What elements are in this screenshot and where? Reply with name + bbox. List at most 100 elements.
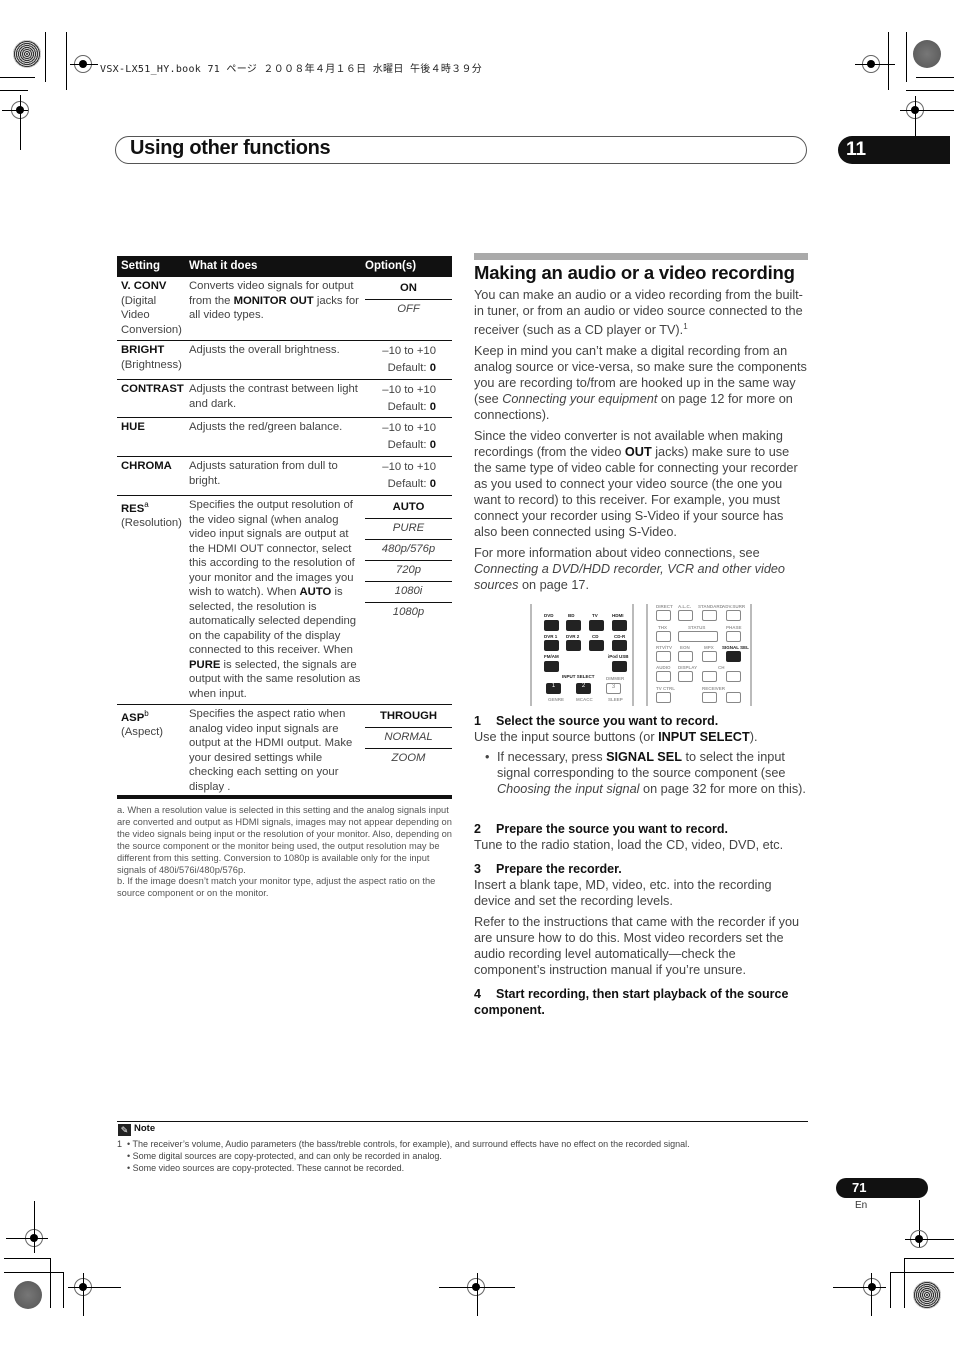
option-range: –10 to +10 [382, 422, 436, 434]
halftone-target-icon [14, 1281, 42, 1309]
setting-description: Specifies the output resolution of the v… [189, 499, 361, 700]
setting-subtitle: (Digital Video Conversion) [121, 294, 182, 336]
play-button [678, 631, 718, 642]
note-item: • Some video sources are copy-protected.… [127, 1163, 405, 1173]
setting-description: Adjusts the red/green balance. [189, 421, 343, 433]
pencil-note-icon: ✎ [118, 1124, 131, 1136]
page-number: 71 [836, 1178, 928, 1198]
option-pure: PURE [365, 519, 452, 540]
dimmer-button: 3 [606, 683, 621, 694]
step-4: 4 Start recording, then start playback of… [474, 986, 809, 1018]
dvd-button [544, 620, 559, 631]
table-row-v-conv: V. CONV (Digital Video Conversion) Conver… [117, 277, 452, 341]
option-default: Default: 0 [387, 439, 436, 451]
ch-plus-button [726, 671, 741, 682]
section-title: Making an audio or a video recording [474, 262, 795, 283]
receiver-button [702, 692, 717, 703]
step-3: 3 Prepare the recorder. Insert a blank ta… [474, 861, 809, 978]
step-heading: 1 Select the source you want to record. [474, 714, 719, 728]
table-row-hue: HUE Adjusts the red/green balance. –10 t… [117, 418, 452, 457]
setting-subtitle: (Brightness) [121, 358, 182, 371]
ipod-usb-button [612, 661, 627, 672]
paragraph-more-info: For more information about video connect… [474, 546, 785, 592]
fm-am-button [544, 661, 559, 672]
step-1: 1 Select the source you want to record. U… [474, 713, 809, 797]
rewind-button [656, 631, 671, 642]
halftone-target-icon [913, 1281, 941, 1309]
input-select-1-button: 1 [546, 683, 561, 694]
setting-subtitle: (Aspect) [121, 726, 164, 739]
option-480p-576p: 480p/576p [365, 540, 452, 561]
halftone-target-icon [913, 40, 941, 68]
setting-name: RESa [121, 500, 149, 515]
display-button [678, 671, 693, 682]
paragraph-digital-analog: Keep in mind you can’t make a digital re… [474, 344, 807, 422]
hdmi-button [612, 620, 627, 631]
step-body: Tune to the radio station, load the CD, … [474, 838, 784, 852]
step-2: 2 Prepare the source you want to record. … [474, 821, 809, 853]
option-range: –10 to +10 [382, 345, 436, 357]
option-720p: 720p [365, 561, 452, 582]
option-zoom: ZOOM [391, 752, 426, 764]
option-range: –10 to +10 [382, 461, 436, 473]
table-row-bright: BRIGHT (Brightness) Adjusts the overall b… [117, 341, 452, 380]
note-item: 1 • The receiver’s volume, Audio paramete… [117, 1139, 690, 1149]
column-header-options: Option(s) [365, 260, 417, 273]
option-1080i: 1080i [365, 582, 452, 603]
setting-description: Adjusts the contrast between light and d… [189, 383, 358, 410]
stop-button [702, 651, 717, 662]
option-default: Default: 0 [387, 478, 436, 490]
cd-button [589, 640, 604, 651]
step-body: Use the input source buttons (or INPUT S… [474, 730, 758, 744]
footnote-ref: 1 [683, 322, 688, 331]
option-range: –10 to +10 [382, 384, 436, 396]
remote-control-illustration: DVD BD TV HDMI DVR 1 DVR 2 CD CD-R FM/AM… [530, 604, 752, 706]
video-settings-table: Setting What it does Option(s) V. CONV (D… [117, 256, 452, 799]
audio-button [656, 671, 671, 682]
setting-description: Adjusts the overall brightness. [189, 344, 340, 356]
note-label: Note [134, 1123, 156, 1134]
remote-right-panel: DIRECT A.L.C. STANDARD ADV.SURR THX STAT… [646, 604, 752, 706]
step-body-extra: Refer to the instructions that came with… [474, 915, 800, 977]
adv-surr-button [726, 610, 741, 621]
note-item: • Some digital sources are copy-protecte… [127, 1151, 442, 1161]
tv-button [589, 620, 604, 631]
page-language: En [855, 1200, 868, 1211]
table-row-asp: ASPb (Aspect) Specifies the aspect ratio … [117, 705, 452, 795]
section-rule [474, 253, 808, 260]
setting-description: Specifies the aspect ratio when analog v… [189, 708, 353, 793]
option-normal: NORMAL [365, 728, 452, 749]
table-header-row: Setting What it does Option(s) [117, 256, 452, 277]
chapter-number-tab: 11 [838, 136, 950, 164]
column-header-what-it-does: What it does [189, 260, 258, 273]
paragraph-intro: You can make an audio or a video recordi… [474, 288, 803, 338]
setting-name: BRIGHT [121, 344, 165, 356]
note-rule [117, 1121, 808, 1122]
signal-sel-button [726, 651, 741, 662]
setting-name: HUE [121, 421, 145, 433]
step-heading: 3 Prepare the recorder. [474, 862, 622, 876]
footnote-a: a. When a resolution value is selected i… [117, 805, 452, 875]
pause-button [678, 651, 693, 662]
dvr1-button [544, 640, 559, 651]
setting-subtitle: (Resolution) [121, 517, 182, 530]
setting-name: ASPb [121, 709, 149, 724]
step-heading: 2 Prepare the source you want to record. [474, 822, 729, 836]
bd-button [566, 620, 581, 631]
column-header-setting: Setting [121, 260, 160, 273]
paragraph-video-converter: Since the video converter is not availab… [474, 429, 798, 539]
note-list: 1 • The receiver’s volume, Audio paramete… [117, 1138, 690, 1174]
remote-left-panel: DVD BD TV HDMI DVR 1 DVR 2 CD CD-R FM/AM… [530, 604, 634, 706]
input-select-2-button: 2 [576, 683, 591, 694]
option-through: THROUGH [365, 707, 452, 728]
tv-ctrl-button [656, 692, 671, 703]
halftone-target-icon [13, 40, 41, 68]
footnote-b: b. If the image doesn’t match your monit… [117, 876, 436, 899]
table-row-contrast: CONTRAST Adjusts the contrast between li… [117, 380, 452, 418]
setting-name: V. CONV [121, 280, 167, 292]
prev-button [656, 651, 671, 662]
option-off: OFF [397, 303, 420, 315]
option-on: ON [365, 279, 452, 300]
dvr2-button [566, 640, 581, 651]
standard-button [702, 610, 717, 621]
